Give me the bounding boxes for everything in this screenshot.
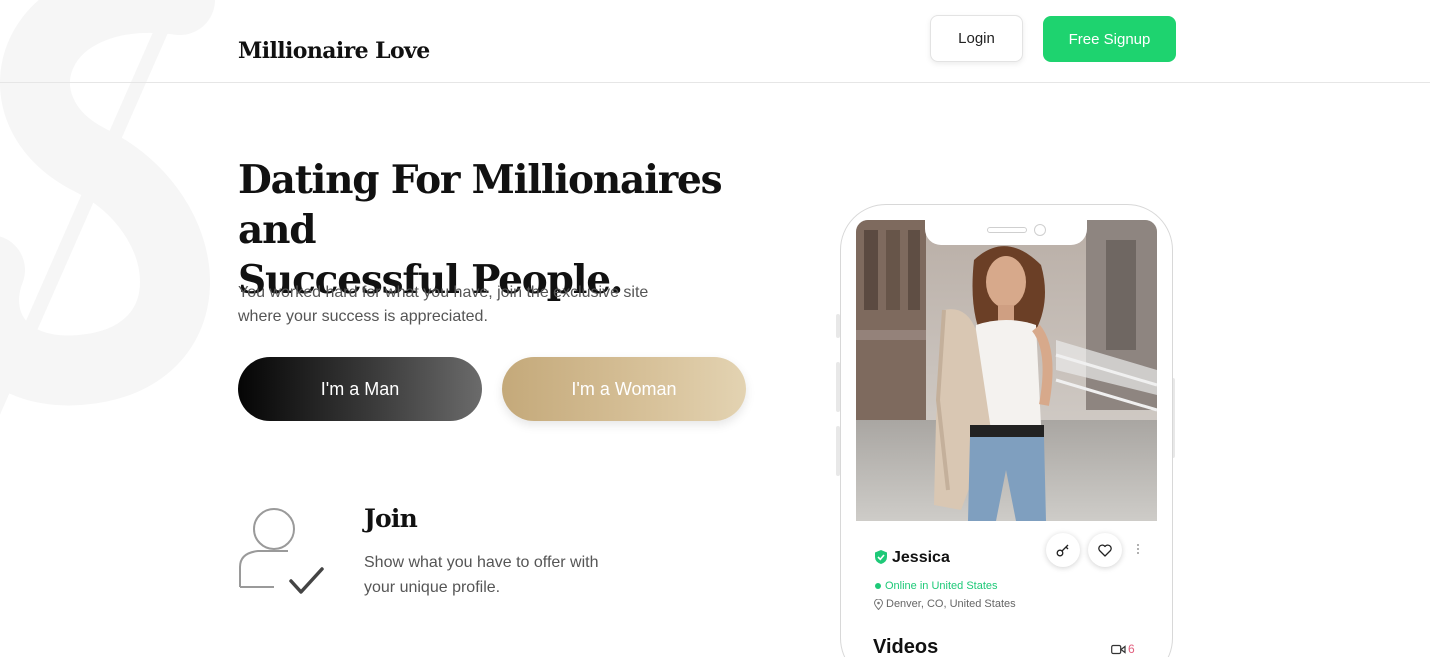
location-pin-icon: [874, 598, 883, 610]
video-count[interactable]: 6: [1111, 642, 1135, 656]
profile-location-text: Denver, CO, United States: [886, 598, 1016, 610]
profile-name[interactable]: Jessica: [892, 549, 950, 567]
like-button[interactable]: [1088, 533, 1122, 567]
site-logo[interactable]: Millionaire Love: [238, 38, 430, 64]
hero-title-line1: Dating For Millionaires and: [238, 157, 723, 253]
phone-speaker: [987, 227, 1027, 233]
im-a-woman-button[interactable]: I'm a Woman: [502, 357, 746, 421]
feature-join-text-line1: Show what you have to offer with: [364, 554, 599, 571]
video-camera-icon: [1111, 644, 1126, 654]
hero-subtitle: You worked hard for what you have, join …: [238, 281, 698, 329]
phone-screen: Jessica Online in United States Denver, …: [856, 220, 1157, 657]
feature-join-text-line2: your unique profile.: [364, 579, 501, 596]
online-status: Online in United States: [875, 580, 998, 592]
site-header: Millionaire Love Login Free Signup: [0, 0, 1430, 83]
profile-location: Denver, CO, United States: [874, 598, 1016, 610]
more-options-icon[interactable]: [1134, 542, 1142, 556]
key-button[interactable]: [1046, 533, 1080, 567]
online-status-text: Online in United States: [885, 580, 998, 592]
videos-heading: Videos: [873, 636, 939, 657]
feature-join-title: Join: [364, 504, 418, 533]
online-dot-icon: [875, 583, 881, 589]
feature-join-text: Show what you have to offer with your un…: [364, 550, 644, 600]
phone-camera: [1034, 224, 1046, 236]
user-check-icon: [239, 508, 324, 594]
verified-shield-icon: [875, 550, 887, 564]
key-icon: [1056, 544, 1069, 557]
video-count-value: 6: [1128, 642, 1135, 656]
free-signup-button[interactable]: Free Signup: [1043, 16, 1176, 62]
hero-subtitle-line1: You worked hard for what you have, join …: [238, 284, 649, 301]
im-a-man-button[interactable]: I'm a Man: [238, 357, 482, 421]
heart-icon: [1098, 543, 1112, 557]
profile-photo: [856, 220, 1157, 521]
login-button[interactable]: Login: [930, 15, 1023, 62]
hero-subtitle-line2: where your success is appreciated.: [238, 308, 488, 325]
